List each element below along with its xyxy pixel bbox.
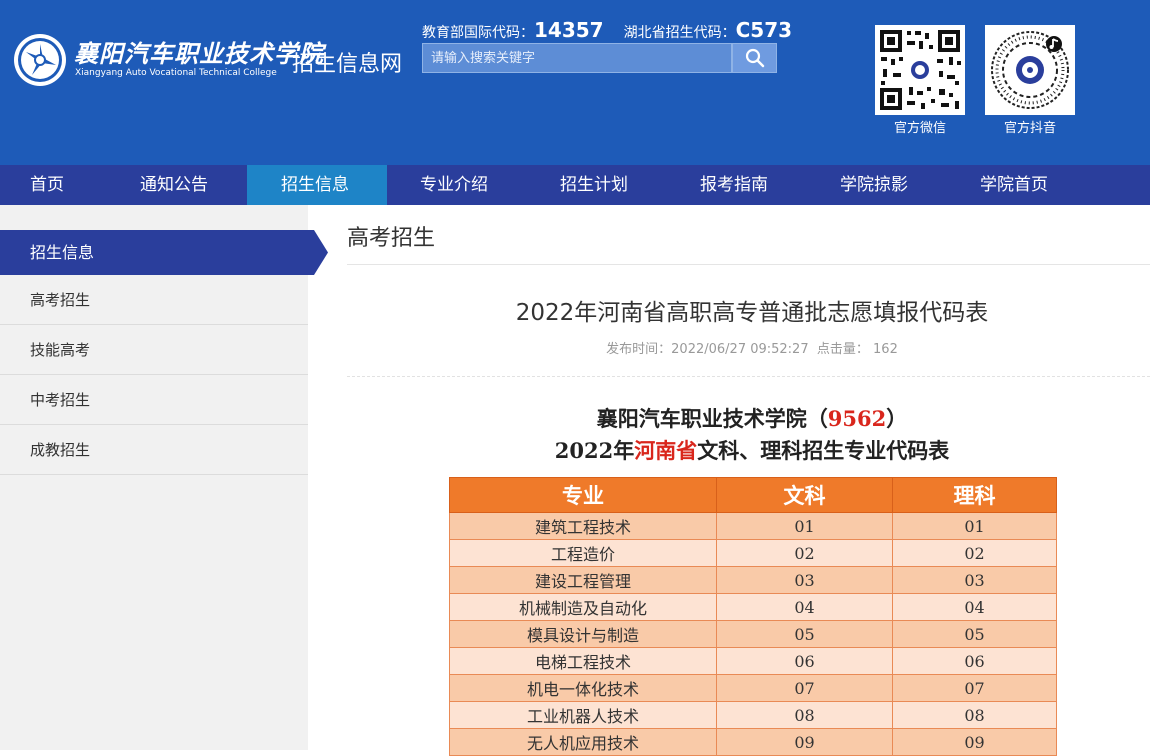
sidebar: 招生信息 高考招生 技能高考 中考招生 成教招生: [0, 205, 328, 750]
click-count-label: 点击量：: [816, 342, 869, 357]
table-row: 建设工程管理 03 03: [449, 566, 1057, 594]
nav-item-admissions-info[interactable]: 招生信息: [247, 165, 387, 205]
content-school-close: ）: [886, 406, 908, 431]
site-header: 襄阳汽车职业技术学院 Xiangyang Auto Vocational Tec…: [0, 0, 1150, 165]
science-code: 07: [892, 674, 1057, 702]
sidebar-heading: 招生信息: [0, 230, 328, 275]
science-code: 09: [892, 728, 1057, 756]
sidebar-item-adult-education[interactable]: 成教招生: [0, 425, 308, 475]
nav-item-home[interactable]: 首页: [0, 165, 107, 205]
content-heading-school: 襄阳汽车职业技术学院（9562）: [347, 403, 1150, 433]
hubei-code-label: 湖北省招生代码：: [623, 25, 736, 41]
sidebar-item-zhongkao[interactable]: 中考招生: [0, 375, 308, 425]
major-name: 建设工程管理: [449, 566, 717, 594]
content-heading-table: 2022年河南省文科、理科招生专业代码表: [347, 435, 1150, 465]
arts-code: 06: [716, 647, 893, 675]
arts-code: 03: [716, 566, 893, 594]
section-divider: [347, 264, 1150, 265]
science-code: 06: [892, 647, 1057, 675]
school-name-en: Xiangyang Auto Vocational Technical Coll…: [75, 68, 277, 78]
wechat-qr-code-icon[interactable]: [875, 25, 965, 115]
sidebar-item-skills-gaokao[interactable]: 技能高考: [0, 325, 308, 375]
moe-code-value: 14357: [534, 18, 604, 42]
column-header-major: 专业: [449, 477, 717, 513]
content-school-name: 襄阳汽车职业技术学院（: [596, 406, 828, 431]
major-name: 建筑工程技术: [449, 512, 717, 540]
nav-item-application-guide[interactable]: 报考指南: [670, 165, 810, 205]
science-code: 03: [892, 566, 1057, 594]
table-row: 机械制造及自动化 04 04: [449, 593, 1057, 621]
sidebar-heading-label: 招生信息: [30, 243, 95, 262]
nav-item-college-home[interactable]: 学院首页: [950, 165, 1090, 205]
major-name: 无人机应用技术: [449, 728, 717, 756]
column-header-science: 理科: [892, 477, 1057, 513]
hubei-code-value: C573: [735, 18, 793, 42]
douyin-qr-code-icon[interactable]: [985, 25, 1075, 115]
publish-time-label: 发布时间：: [606, 342, 672, 357]
article-divider: [347, 376, 1150, 377]
nav-item-enrollment-plan[interactable]: 招生计划: [530, 165, 670, 205]
search-bar: [422, 43, 777, 73]
content-province: 河南省: [634, 438, 698, 463]
arts-code: 02: [716, 539, 893, 567]
table-row: 无人机应用技术 09 09: [449, 728, 1057, 756]
major-name: 工程造价: [449, 539, 717, 567]
table-row: 工程造价 02 02: [449, 539, 1057, 567]
sidebar-item-gaokao[interactable]: 高考招生: [0, 275, 308, 325]
publish-time: 2022/06/27 09:52:27: [671, 342, 809, 357]
major-name: 机电一体化技术: [449, 674, 717, 702]
column-header-arts: 文科: [716, 477, 893, 513]
article-meta: 发布时间：2022/06/27 09:52:27 点击量： 162: [347, 338, 1150, 357]
table-row: 工业机器人技术 08 08: [449, 701, 1057, 729]
wechat-qr-label: 官方微信: [893, 121, 946, 136]
douyin-qr-label: 官方抖音: [1003, 121, 1056, 136]
content-table-caption: 文科、理科招生专业代码表: [697, 438, 950, 463]
major-name: 模具设计与制造: [449, 620, 717, 648]
science-code: 04: [892, 593, 1057, 621]
major-name: 机械制造及自动化: [449, 593, 717, 621]
nav-item-notices[interactable]: 通知公告: [110, 165, 247, 205]
table-row: 机电一体化技术 07 07: [449, 674, 1057, 702]
arts-code: 08: [716, 701, 893, 729]
table-row: 模具设计与制造 05 05: [449, 620, 1057, 648]
science-code: 08: [892, 701, 1057, 729]
search-button[interactable]: [732, 43, 777, 73]
article-title: 2022年河南省高职高专普通批志愿填报代码表: [515, 300, 989, 326]
click-count: 162: [873, 342, 898, 357]
moe-code-label: 教育部国际代码：: [422, 25, 534, 41]
school-name-cn: 襄阳汽车职业技术学院: [74, 39, 324, 68]
science-code: 05: [892, 620, 1057, 648]
nav-item-majors[interactable]: 专业介绍: [390, 165, 530, 205]
main-nav: 首页 通知公告 招生信息 专业介绍 招生计划 报考指南 学院掠影 学院首页: [0, 165, 1150, 205]
major-code-table: 专业 文科 理科 建筑工程技术 01 01 工程造价 02 02 建设工程管理 …: [449, 477, 1057, 756]
search-input[interactable]: [422, 43, 732, 73]
table-header-row: 专业 文科 理科: [449, 477, 1057, 513]
arts-code: 05: [716, 620, 893, 648]
content-school-code: 9562: [827, 406, 887, 431]
arts-code: 04: [716, 593, 893, 621]
table-row: 建筑工程技术 01 01: [449, 512, 1057, 540]
major-name: 电梯工程技术: [449, 647, 717, 675]
enrollment-codes: 教育部国际代码：14357 湖北省招生代码：C573: [422, 18, 792, 42]
arts-code: 01: [716, 512, 893, 540]
nav-item-campus-gallery[interactable]: 学院掠影: [810, 165, 950, 205]
science-code: 02: [892, 539, 1057, 567]
site-name: 招生信息网: [292, 52, 403, 77]
major-name: 工业机器人技术: [449, 701, 717, 729]
section-title: 高考招生: [347, 226, 436, 251]
table-row: 电梯工程技术 06 06: [449, 647, 1057, 675]
search-icon: [745, 48, 764, 68]
science-code: 01: [892, 512, 1057, 540]
arts-code: 09: [716, 728, 893, 756]
college-logo-icon[interactable]: [12, 32, 68, 88]
content-year: 2022年: [554, 438, 635, 463]
arts-code: 07: [716, 674, 893, 702]
